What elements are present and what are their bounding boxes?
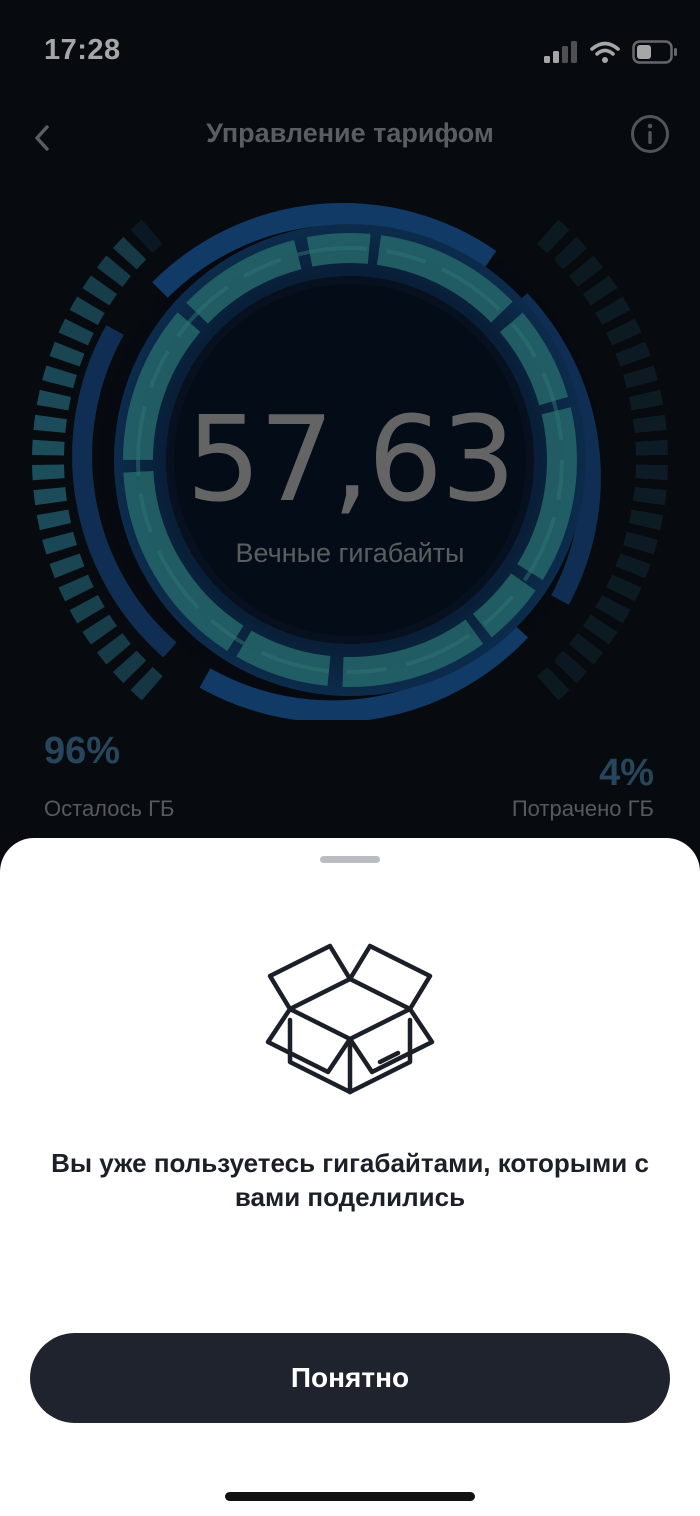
home-indicator[interactable] — [225, 1492, 475, 1501]
open-box-icon — [265, 943, 435, 1095]
sheet-grabber[interactable] — [320, 856, 380, 863]
ok-button[interactable]: Понятно — [30, 1333, 670, 1423]
sheet-message: Вы уже пользуетесь гигабайтами, которыми… — [51, 1148, 649, 1212]
tariff-screen: 17:28 Управление тарифом 57,63 Вечные ги… — [0, 0, 700, 1516]
bottom-sheet: Вы уже пользуетесь гигабайтами, которыми… — [0, 838, 700, 1516]
